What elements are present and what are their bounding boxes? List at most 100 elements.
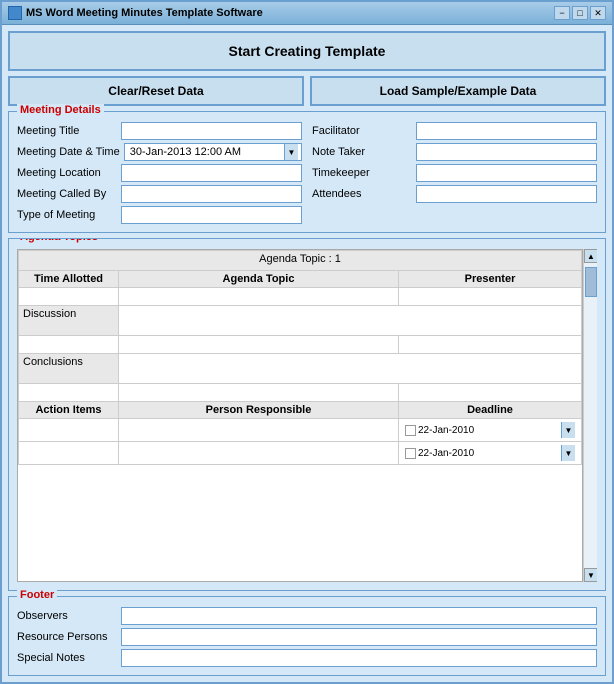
deadline-1[interactable]: 22-Jan-2010 ▼ — [399, 419, 582, 442]
empty-cell-1 — [19, 336, 119, 354]
observers-row: Observers — [17, 607, 597, 625]
presenter-cell[interactable] — [399, 288, 582, 306]
date-checkbox-1[interactable] — [405, 425, 416, 436]
date-dropdown-1[interactable]: ▼ — [561, 422, 575, 438]
facilitator-label: Facilitator — [312, 125, 412, 137]
scroll-down-button[interactable]: ▼ — [584, 568, 597, 582]
person-responsible-header: Person Responsible — [119, 402, 399, 419]
action-items-header-row: Action Items Person Responsible Deadline — [19, 402, 582, 419]
empty-cell-2 — [119, 336, 399, 354]
meeting-date-label: Meeting Date & Time — [17, 146, 120, 158]
meeting-location-input[interactable] — [121, 164, 302, 182]
deadline-2[interactable]: 22-Jan-2010 ▼ — [399, 442, 582, 465]
meeting-called-by-input[interactable] — [121, 185, 302, 203]
clear-reset-button[interactable]: Clear/Reset Data — [8, 76, 304, 106]
presenter-header: Presenter — [399, 271, 582, 288]
footer-group: Footer Observers Resource Persons Specia… — [8, 596, 606, 676]
time-allotted-cell[interactable] — [19, 288, 119, 306]
minimize-button[interactable]: − — [554, 6, 570, 20]
date-cell-1: 22-Jan-2010 ▼ — [403, 421, 577, 439]
action-item-1[interactable] — [19, 419, 119, 442]
window-title: MS Word Meeting Minutes Template Softwar… — [26, 7, 263, 19]
meeting-called-by-label: Meeting Called By — [17, 188, 117, 200]
timekeeper-input[interactable] — [416, 164, 597, 182]
timekeeper-row: Timekeeper — [312, 164, 597, 182]
load-sample-button[interactable]: Load Sample/Example Data — [310, 76, 606, 106]
special-notes-row: Special Notes — [17, 649, 597, 667]
type-of-meeting-label: Type of Meeting — [17, 209, 117, 221]
resource-persons-row: Resource Persons — [17, 628, 597, 646]
meeting-details-label: Meeting Details — [17, 104, 104, 116]
agenda-data-row-1 — [19, 288, 582, 306]
title-bar-left: MS Word Meeting Minutes Template Softwar… — [8, 6, 263, 20]
conclusions-row: Conclusions — [19, 354, 582, 384]
attendees-row: Attendees — [312, 185, 597, 203]
agenda-table: Agenda Topic : 1 Time Allotted Agenda To… — [18, 250, 582, 465]
meeting-details-left: Meeting Title Meeting Date & Time 30-Jan… — [17, 122, 302, 224]
agenda-topics-label: Agenda Topics — [17, 238, 101, 243]
person-responsible-1[interactable] — [119, 419, 399, 442]
resource-persons-input[interactable] — [121, 628, 597, 646]
action-row-2: 22-Jan-2010 ▼ — [19, 442, 582, 465]
date-value-2: 22-Jan-2010 — [418, 448, 474, 459]
time-allotted-header: Time Allotted — [19, 271, 119, 288]
create-template-button[interactable]: Start Creating Template — [8, 31, 606, 71]
resource-persons-label: Resource Persons — [17, 631, 117, 643]
meeting-location-row: Meeting Location — [17, 164, 302, 182]
timekeeper-label: Timekeeper — [312, 167, 412, 179]
observers-label: Observers — [17, 610, 117, 622]
date-cell-2: 22-Jan-2010 ▼ — [403, 444, 577, 462]
discussion-label: Discussion — [19, 306, 119, 336]
agenda-topic-header-col: Agenda Topic — [119, 271, 399, 288]
restore-button[interactable]: □ — [572, 6, 588, 20]
meeting-details-grid: Meeting Title Meeting Date & Time 30-Jan… — [17, 122, 597, 224]
type-of-meeting-input[interactable] — [121, 206, 302, 224]
footer-label: Footer — [17, 589, 57, 601]
discussion-content[interactable] — [119, 306, 582, 336]
attendees-input[interactable] — [416, 185, 597, 203]
conclusions-content[interactable] — [119, 354, 582, 384]
date-dropdown-arrow[interactable]: ▼ — [284, 144, 298, 160]
window-content: Start Creating Template Clear/Reset Data… — [2, 25, 612, 682]
meeting-details-right: Facilitator Note Taker Timekeeper Attend… — [312, 122, 597, 224]
empty-row-2 — [19, 384, 582, 402]
date-dropdown-2[interactable]: ▼ — [561, 445, 575, 461]
special-notes-input[interactable] — [121, 649, 597, 667]
date-value-1: 22-Jan-2010 — [418, 425, 474, 436]
scroll-thumb[interactable] — [585, 267, 597, 297]
note-taker-input[interactable] — [416, 143, 597, 161]
meeting-title-row: Meeting Title — [17, 122, 302, 140]
agenda-scrollbar: ▲ ▼ — [583, 249, 597, 582]
action-buttons-row: Clear/Reset Data Load Sample/Example Dat… — [8, 76, 606, 106]
scroll-track — [584, 263, 597, 568]
agenda-column-headers-row: Time Allotted Agenda Topic Presenter — [19, 271, 582, 288]
meeting-location-label: Meeting Location — [17, 167, 117, 179]
type-of-meeting-row: Type of Meeting — [17, 206, 302, 224]
meeting-details-group: Meeting Details Meeting Title Meeting Da… — [8, 111, 606, 233]
close-button[interactable]: ✕ — [590, 6, 606, 20]
action-items-header: Action Items — [19, 402, 119, 419]
meeting-title-input[interactable] — [121, 122, 302, 140]
main-window: MS Word Meeting Minutes Template Softwar… — [0, 0, 614, 684]
discussion-row: Discussion — [19, 306, 582, 336]
title-bar: MS Word Meeting Minutes Template Softwar… — [2, 2, 612, 25]
action-item-2[interactable] — [19, 442, 119, 465]
app-icon — [8, 6, 22, 20]
meeting-date-input[interactable]: 30-Jan-2013 12:00 AM ▼ — [124, 143, 302, 161]
observers-input[interactable] — [121, 607, 597, 625]
agenda-topics-group: Agenda Topics Agenda Topic : 1 Time Allo… — [8, 238, 606, 591]
date-checkbox-2[interactable] — [405, 448, 416, 459]
footer-fields: Observers Resource Persons Special Notes — [17, 607, 597, 667]
facilitator-row: Facilitator — [312, 122, 597, 140]
agenda-topic-cell[interactable] — [119, 288, 399, 306]
scroll-up-button[interactable]: ▲ — [584, 249, 597, 263]
conclusions-label: Conclusions — [19, 354, 119, 384]
person-responsible-2[interactable] — [119, 442, 399, 465]
empty-row-1 — [19, 336, 582, 354]
facilitator-input[interactable] — [416, 122, 597, 140]
agenda-topic-header-row: Agenda Topic : 1 — [19, 251, 582, 271]
meeting-title-label: Meeting Title — [17, 125, 117, 137]
meeting-date-value: 30-Jan-2013 12:00 AM — [128, 146, 284, 158]
note-taker-row: Note Taker — [312, 143, 597, 161]
empty-cell-4 — [19, 384, 119, 402]
